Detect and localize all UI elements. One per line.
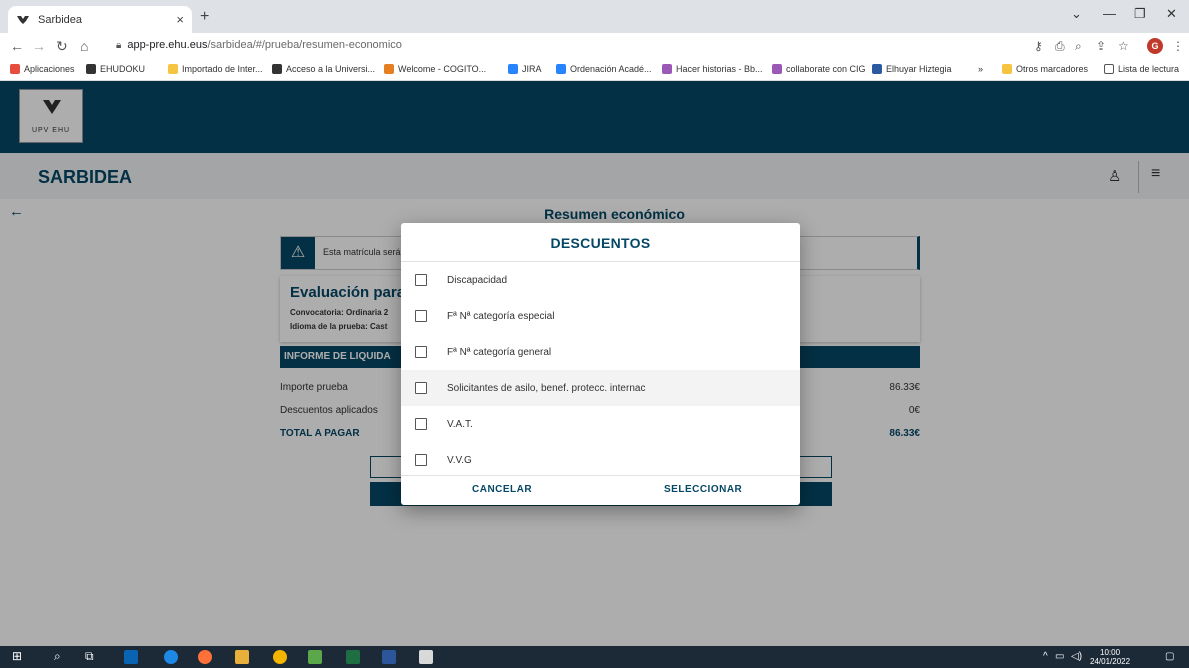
bookmark-otros[interactable]: Otros marcadores <box>1002 64 1088 74</box>
tab-search-icon[interactable]: ⌄ <box>1071 6 1082 22</box>
bookmark-jira[interactable]: JIRA <box>508 64 542 74</box>
option-asilo[interactable]: Solicitantes de asilo, benef. protecc. i… <box>401 370 800 406</box>
bookmark-collaborate[interactable]: collaborate con CIG <box>772 64 866 74</box>
folder-icon <box>1002 64 1012 74</box>
bookmark-cogito[interactable]: Welcome - COGITO... <box>384 64 486 74</box>
descuentos-dialog: DESCUENTOS Discapacidad Fª Nª categoría … <box>401 223 800 505</box>
bookmark-hacer-historias[interactable]: Hacer historias - Bb... <box>662 64 763 74</box>
bookmark-ehudoku[interactable]: EHUDOKU <box>86 64 145 74</box>
tab-title: Sarbidea <box>38 13 83 26</box>
restore-icon[interactable]: ❐ <box>1134 6 1146 22</box>
forward-icon[interactable]: → <box>32 38 46 54</box>
checkbox[interactable] <box>415 454 427 466</box>
cogito-icon <box>384 64 394 74</box>
option-vvg[interactable]: V.V.G <box>401 442 800 478</box>
word-icon[interactable] <box>382 650 396 664</box>
key-icon[interactable]: ⚷ <box>1034 39 1043 53</box>
zoom-icon[interactable]: ⌕ <box>1075 39 1082 54</box>
folder-icon <box>168 64 178 74</box>
reload-icon[interactable]: ↻ <box>56 38 68 55</box>
bookmark-importado[interactable]: Importado de Inter... <box>168 64 263 74</box>
address-bar-row: ← → ↻ ⌂ 🔒︎ app-pre.ehu.eus/sarbidea/#/pru… <box>0 33 1189 59</box>
task-view-icon[interactable]: ⧉ <box>85 649 94 664</box>
blackboard-icon <box>662 64 672 74</box>
checkbox[interactable] <box>415 382 427 394</box>
back-icon[interactable]: ← <box>10 38 24 54</box>
close-window-icon[interactable]: ✕ <box>1166 6 1177 22</box>
bookmark-elhuyar[interactable]: Elhuyar Hiztegia <box>872 64 952 74</box>
windows-taskbar: ⊞ ⌕ ⧉ ^ ▭ ◁) 10:00 24/01/2022 ▢ <box>0 646 1189 668</box>
browser-tab[interactable]: Sarbidea × <box>8 6 192 33</box>
outlook-icon[interactable] <box>124 650 138 664</box>
jira-icon <box>556 64 566 74</box>
jira-icon <box>508 64 518 74</box>
app-icon[interactable] <box>419 650 433 664</box>
select-button[interactable]: SELECCIONAR <box>664 484 742 495</box>
home-icon[interactable]: ⌂ <box>80 38 88 54</box>
network-icon[interactable]: ▭ <box>1055 651 1064 662</box>
tray-chevron-icon[interactable]: ^ <box>1043 651 1048 662</box>
profile-avatar[interactable]: G <box>1147 38 1163 54</box>
checkbox[interactable] <box>415 274 427 286</box>
tab-close-icon[interactable]: × <box>176 12 184 27</box>
browser-menu-icon[interactable]: ⋮ <box>1172 39 1184 53</box>
discount-options-list: Discapacidad Fª Nª categoría especial Fª… <box>401 261 800 476</box>
file-explorer-icon[interactable] <box>235 650 249 664</box>
edge-icon[interactable] <box>164 650 178 664</box>
bookmark-ordenacion[interactable]: Ordenación Acadé... <box>556 64 652 74</box>
apps-grid-icon <box>10 64 20 74</box>
url-field[interactable]: 🔒︎ app-pre.ehu.eus/sarbidea/#/prueba/resu… <box>116 39 402 51</box>
ehu-icon <box>86 64 96 74</box>
reading-list-icon <box>1104 64 1114 74</box>
bookmark-reading-list[interactable]: Lista de lectura <box>1104 64 1179 74</box>
lock-icon: 🔒︎ <box>116 40 122 51</box>
share-icon[interactable]: ⇪ <box>1096 39 1106 53</box>
ehu-favicon-icon <box>17 15 29 24</box>
firefox-icon[interactable] <box>198 650 212 664</box>
option-discapacidad[interactable]: Discapacidad <box>401 262 800 298</box>
system-clock[interactable]: 10:00 24/01/2022 <box>1090 648 1130 666</box>
cancel-button[interactable]: CANCELAR <box>472 484 532 495</box>
bookmark-acceso[interactable]: Acceso a la Universi... <box>272 64 375 74</box>
option-vat[interactable]: V.A.T. <box>401 406 800 442</box>
photos-icon[interactable] <box>308 650 322 664</box>
notifications-icon[interactable]: ▢ <box>1165 651 1174 662</box>
blackboard-icon <box>772 64 782 74</box>
search-icon[interactable]: ⌕ <box>54 649 61 664</box>
dialog-title: DESCUENTOS <box>550 235 651 251</box>
option-fn-general[interactable]: Fª Nª categoría general <box>401 334 800 370</box>
bookmark-apps[interactable]: Aplicaciones <box>10 64 75 74</box>
star-icon[interactable]: ☆ <box>1118 39 1129 53</box>
bookmarks-more-button[interactable]: » <box>978 64 983 74</box>
checkbox[interactable] <box>415 418 427 430</box>
ehu-icon <box>272 64 282 74</box>
minimize-icon[interactable]: — <box>1103 6 1116 21</box>
windows-start-icon[interactable]: ⊞ <box>12 649 22 663</box>
option-fn-especial[interactable]: Fª Nª categoría especial <box>401 298 800 334</box>
checkbox[interactable] <box>415 310 427 322</box>
excel-icon[interactable] <box>346 650 360 664</box>
checkbox[interactable] <box>415 346 427 358</box>
install-icon[interactable]: ⎙ <box>1055 39 1065 54</box>
browser-tabbar: Sarbidea × + ⌄ — ❐ ✕ <box>0 0 1189 33</box>
chrome-icon[interactable] <box>273 650 287 664</box>
elhuyar-icon <box>872 64 882 74</box>
volume-icon[interactable]: ◁) <box>1071 651 1082 662</box>
bookmarks-bar: Aplicaciones EHUDOKU Importado de Inter.… <box>0 59 1189 81</box>
new-tab-button[interactable]: + <box>200 8 209 26</box>
